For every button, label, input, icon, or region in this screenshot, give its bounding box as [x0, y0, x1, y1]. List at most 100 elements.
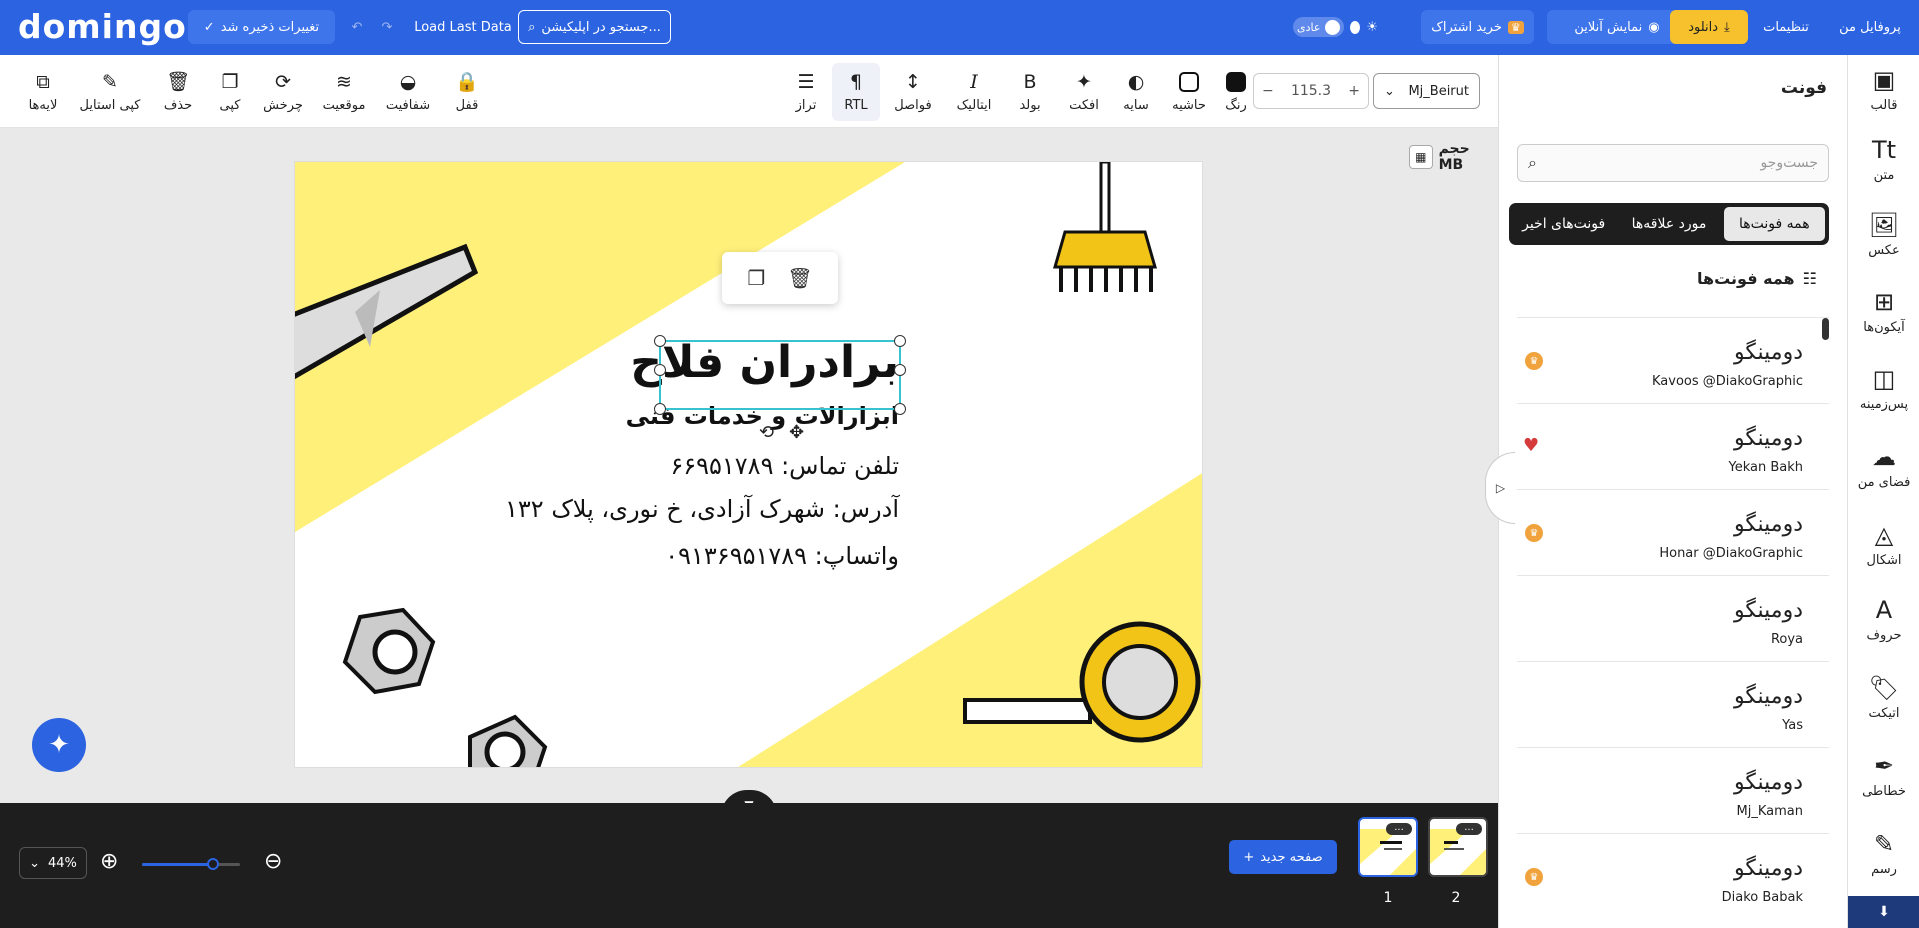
minus-icon[interactable]: −: [1262, 83, 1274, 99]
font-list-item[interactable]: دومینگو Yekan Bakh ♥: [1517, 403, 1829, 489]
card-whatsapp[interactable]: واتساپ: ۰۹۱۳۶۹۵۱۷۸۹: [665, 542, 899, 570]
profile-link[interactable]: پروفایل من: [1835, 10, 1905, 44]
sidebar-item-calligraphy[interactable]: ✒ خطاطی: [1848, 741, 1919, 811]
sidebar-item-my-space[interactable]: ☁ فضای من: [1848, 432, 1919, 502]
buy-subscription-button[interactable]: خرید اشتراک ♛: [1421, 10, 1534, 44]
bold-button[interactable]: B بولد: [1004, 63, 1056, 121]
layers-button[interactable]: ⧉ لایه‌ها: [17, 63, 69, 121]
font-list-item[interactable]: دومینگو Mj_Kaman: [1517, 747, 1829, 833]
sidebar-item-photo[interactable]: 🖼 عکس: [1848, 200, 1919, 270]
font-size-stepper[interactable]: − 115.3 +: [1253, 73, 1369, 109]
copy-icon: ❐: [221, 70, 239, 93]
crown-icon: ♛: [1525, 352, 1543, 370]
sidebar-item-shapes[interactable]: ◬ اشکال: [1848, 510, 1919, 580]
tab-recent-fonts[interactable]: فونت‌های اخیر: [1513, 207, 1614, 241]
border-button[interactable]: حاشیه: [1163, 63, 1215, 121]
rotate-button[interactable]: ⟳ چرخش: [257, 63, 309, 121]
font-list-item[interactable]: دومینگو Yas: [1517, 661, 1829, 747]
app-search-input[interactable]: ⌕ جستجو در اپلیکیشن...: [518, 10, 671, 44]
page-menu-icon[interactable]: ...: [1386, 823, 1412, 835]
plus-icon[interactable]: +: [1348, 83, 1360, 99]
zoom-in-icon[interactable]: ⊕: [100, 849, 118, 874]
font-list-item[interactable]: دومینگو Diako Babak ♛: [1517, 833, 1829, 919]
font-list-item[interactable]: دومینگو Honar @DiakoGraphic ♛: [1517, 489, 1829, 575]
chevron-down-icon: ⌄: [29, 855, 40, 871]
save-status-button[interactable]: ✓ تغییرات ذخیره شد: [188, 10, 335, 44]
new-page-button[interactable]: + صفحه جدید: [1229, 840, 1337, 874]
eye-icon: ◉: [1648, 19, 1660, 35]
theme-toggle[interactable]: عادی ☀: [1293, 10, 1378, 44]
effect-button[interactable]: ✦ افکت: [1058, 63, 1110, 121]
zoom-slider[interactable]: [142, 858, 240, 870]
duplicate-icon[interactable]: ❐: [747, 266, 765, 290]
sun-icon[interactable]: ☀: [1366, 20, 1378, 35]
sidebar-item-icons[interactable]: ⊞ آیکون‌ها: [1848, 277, 1919, 347]
page-thumbnail-2[interactable]: ...: [1428, 817, 1488, 877]
tab-favorites[interactable]: مورد علاقه‌ها: [1618, 207, 1719, 241]
magic-wand-icon: ✦: [48, 730, 70, 760]
settings-link[interactable]: تنظیمات: [1760, 10, 1812, 44]
align-button[interactable]: ☰ تراز: [780, 63, 832, 121]
redo-icon[interactable]: ↷: [376, 10, 398, 44]
load-last-data-button[interactable]: Load Last Data: [414, 10, 512, 44]
trash-icon[interactable]: 🗑: [787, 266, 812, 290]
card-phone[interactable]: تلفن تماس: ۶۶۹۵۱۷۸۹: [670, 452, 899, 480]
sidebar-scroll-down[interactable]: ⬇: [1848, 896, 1919, 928]
opacity-button[interactable]: ◒ شفافیت: [382, 63, 434, 121]
crown-icon: ♛: [1525, 524, 1543, 542]
zoom-slider-thumb[interactable]: [206, 858, 219, 870]
page-menu-icon[interactable]: ...: [1456, 823, 1482, 835]
resize-handle-r[interactable]: [894, 364, 906, 376]
font-family-select[interactable]: ⌄ Mj_Beirut: [1373, 73, 1480, 109]
font-list-item[interactable]: دومینگو Roya: [1517, 575, 1829, 661]
resize-handle-br[interactable]: [894, 403, 906, 415]
rtl-button[interactable]: ¶ RTL: [832, 63, 880, 121]
tab-all-fonts[interactable]: همه فونت‌ها: [1723, 207, 1825, 241]
resize-handle-bl[interactable]: [654, 403, 666, 415]
sidebar-item-text[interactable]: Tt متن: [1848, 125, 1919, 195]
app-logo[interactable]: domingo: [18, 7, 187, 46]
magic-wand-button[interactable]: ✦: [32, 718, 86, 772]
zoom-select[interactable]: ⌄ 44%: [19, 847, 87, 879]
move-handle-icon[interactable]: ✥: [789, 422, 804, 443]
page-thumbnail-1[interactable]: ...: [1358, 817, 1418, 877]
italic-button[interactable]: I ایتالیک: [948, 63, 1000, 121]
radio-dot-icon[interactable]: [1350, 20, 1361, 34]
sidebar-item-template[interactable]: ▣ قالب: [1848, 55, 1919, 125]
font-size-value[interactable]: 115.3: [1291, 83, 1331, 99]
delete-button[interactable]: 🗑 حذف: [152, 63, 204, 121]
resize-handle-l[interactable]: [654, 364, 666, 376]
rotate-handle-icon[interactable]: ⟲: [759, 422, 774, 443]
search-icon[interactable]: ⌕: [1528, 153, 1537, 173]
copy-button[interactable]: ❐ کپی: [204, 63, 256, 121]
sidebar-item-label: اتیکت: [1868, 706, 1900, 721]
font-list-item[interactable]: دومینگو Kavoos @DiakoGraphic ♛: [1517, 317, 1829, 403]
undo-icon[interactable]: ↶: [346, 10, 368, 44]
sidebar-item-background[interactable]: ◫ پس‌زمینه: [1848, 354, 1919, 424]
download-button[interactable]: دانلود ⤓: [1670, 10, 1748, 44]
bold-icon: B: [1023, 70, 1037, 93]
sidebar-item-letters[interactable]: A حروف: [1848, 585, 1919, 655]
position-button[interactable]: ≋ موقعیت: [318, 63, 370, 121]
plus-icon: +: [1243, 849, 1255, 865]
text-icon: Tt: [1871, 136, 1897, 164]
font-search-input[interactable]: ⌕ جست‌وجو: [1517, 144, 1829, 182]
selection-box[interactable]: ⟲ ✥: [654, 335, 906, 443]
sidebar-item-draw[interactable]: ✎ رسم: [1848, 819, 1919, 889]
shadow-button[interactable]: ◐ سایه: [1110, 63, 1162, 121]
tag-icon: 🏷: [1868, 674, 1900, 702]
resize-handle-tr[interactable]: [894, 335, 906, 347]
online-preview-button[interactable]: نمایش آنلاین ◉: [1547, 10, 1687, 44]
sidebar-item-label: آیکون‌ها: [1863, 320, 1905, 335]
sidebar-item-sticker[interactable]: 🏷 اتیکت: [1848, 663, 1919, 733]
calculator-icon[interactable]: ▦: [1409, 145, 1433, 169]
resize-handle-tl[interactable]: [654, 335, 666, 347]
lock-button[interactable]: 🔒 قفل: [441, 63, 493, 121]
rotate-label: چرخش: [263, 97, 303, 113]
mode-switch[interactable]: عادی: [1293, 17, 1345, 37]
copy-style-button[interactable]: ✎ کپی استایل: [79, 63, 141, 121]
spacing-button[interactable]: ↕ فواصل: [887, 63, 939, 121]
zoom-out-icon[interactable]: ⊖: [264, 849, 282, 874]
heart-icon[interactable]: ♥: [1523, 435, 1539, 456]
card-address[interactable]: آدرس: شهرک آزادی، خ نوری، پلاک ۱۳۲: [505, 495, 899, 523]
